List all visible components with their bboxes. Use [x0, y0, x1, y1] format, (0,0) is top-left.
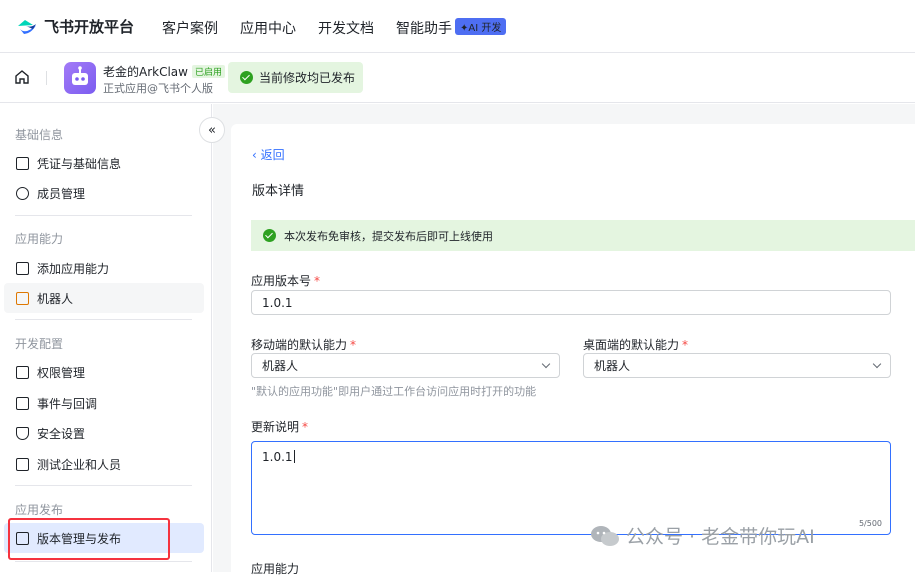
required-mark: * [350, 338, 357, 352]
version-number-label: 应用版本号 * [251, 272, 320, 289]
sidebar-item-label: 凭证与基础信息 [37, 156, 122, 171]
version-number-label-text: 应用版本号 [251, 274, 312, 288]
release-notes-textarea[interactable]: 1.0.1 5/500 [251, 441, 891, 535]
release-notice-text: 本次发布免审核，提交发布后即可上线使用 [284, 229, 493, 243]
desktop-default-label: 桌面端的默认能力 * [583, 336, 688, 353]
nav-ai-assistant[interactable]: 智能助手 ✦AI 开发 [396, 18, 507, 38]
sidebar-section-app-abilities: 应用能力 [15, 232, 64, 246]
publish-status-chip: 当前修改均已发布 [228, 62, 363, 93]
app-avatar [64, 62, 96, 94]
chevron-down-icon [872, 359, 882, 369]
app-type-label: 正式应用@飞书个人版 [103, 82, 213, 95]
sidebar-item-members[interactable]: 成员管理 [4, 178, 204, 208]
sidebar-item-permissions[interactable]: 权限管理 [4, 357, 204, 387]
sidebar-section-dev-config: 开发配置 [15, 337, 64, 351]
mobile-default-label: 移动端的默认能力 * [251, 336, 356, 353]
header-separator [46, 71, 47, 85]
required-mark: * [314, 274, 321, 288]
nav-ai-assistant-label: 智能助手 [396, 21, 452, 37]
app-name: 老金的ArkClaw 已启用 [103, 63, 225, 80]
chevron-down-icon [541, 359, 551, 369]
robot-icon [72, 66, 88, 85]
id-card-icon [16, 156, 29, 170]
sidebar-item-label: 安全设置 [37, 426, 86, 441]
default-ability-hint: "默认的应用功能"即用户通过工作台访问应用时打开的功能 [251, 385, 537, 398]
desktop-default-value: 机器人 [594, 359, 631, 373]
watermark: 公众号 · 老金带你玩AI [590, 522, 815, 549]
desktop-default-label-text: 桌面端的默认能力 [583, 338, 680, 352]
check-circle-icon [263, 229, 276, 242]
sidebar-item-label: 机器人 [37, 291, 74, 306]
sidebar-item-test-users[interactable]: 测试企业和人员 [4, 449, 204, 479]
user-icon [16, 186, 29, 200]
release-notes-value: 1.0.1 [262, 450, 293, 464]
required-mark: * [302, 420, 309, 434]
mobile-default-value: 机器人 [262, 359, 299, 373]
event-plus-icon [16, 396, 29, 410]
sidebar-item-security[interactable]: 安全设置 [4, 418, 204, 448]
desktop-default-select[interactable]: 机器人 [583, 353, 891, 378]
home-icon[interactable] [14, 69, 30, 85]
sidebar-item-label: 添加应用能力 [37, 261, 110, 276]
sidebar-divider [15, 215, 192, 216]
brand-name: 飞书开放平台 [44, 18, 135, 36]
app-header-bar: 老金的ArkClaw 已启用 正式应用@飞书个人版 当前修改均已发布 [0, 53, 915, 103]
text-caret [293, 450, 295, 463]
check-circle-icon [240, 71, 253, 84]
publish-status-text: 当前修改均已发布 [259, 71, 356, 85]
sidebar-item-add-ability[interactable]: 添加应用能力 [4, 253, 204, 283]
sidebar-divider [15, 319, 192, 320]
sidebar-section-basic-info: 基础信息 [15, 128, 64, 142]
lock-icon [16, 365, 29, 379]
required-mark: * [682, 338, 689, 352]
watermark-text: 公众号 · 老金带你玩AI [626, 526, 815, 548]
nav-dev-docs[interactable]: 开发文档 [318, 18, 374, 38]
ai-dev-badge: ✦AI 开发 [455, 18, 507, 35]
sidebar-item-events[interactable]: 事件与回调 [4, 388, 204, 418]
highlight-annotation-box [8, 518, 170, 560]
sidebar-item-label: 测试企业和人员 [37, 457, 122, 472]
feishu-open-platform-logo[interactable]: 飞书开放平台 [16, 16, 134, 37]
sidebar-item-label: 成员管理 [37, 186, 86, 201]
page-title: 版本详情 [252, 184, 305, 199]
back-link-label: 返回 [260, 148, 285, 162]
code-icon [16, 457, 29, 471]
grid-plus-icon [16, 261, 29, 275]
sidebar-item-credentials[interactable]: 凭证与基础信息 [4, 148, 204, 178]
enabled-badge: 已启用 [191, 65, 225, 78]
release-notes-label: 更新说明 * [251, 418, 308, 435]
sidebar-item-bot[interactable]: 机器人 [4, 283, 204, 313]
app-abilities-section-label: 应用能力 [251, 562, 300, 576]
app-name-text: 老金的ArkClaw [103, 65, 188, 79]
main-nav: 客户案例 应用中心 开发文档 智能助手 ✦AI 开发 [162, 18, 507, 38]
nav-app-center[interactable]: 应用中心 [240, 18, 296, 38]
sidebar-divider [15, 485, 192, 486]
collapse-sidebar-button[interactable]: « [199, 117, 225, 143]
mobile-default-label-text: 移动端的默认能力 [251, 338, 348, 352]
mobile-default-select[interactable]: 机器人 [251, 353, 560, 378]
back-link[interactable]: ‹ 返回 [252, 146, 285, 163]
chevron-left-icon: ‹ [252, 148, 261, 162]
shield-icon [16, 426, 29, 440]
top-navigation-bar: 飞书开放平台 客户案例 应用中心 开发文档 智能助手 ✦AI 开发 [0, 0, 915, 53]
release-notice-banner: 本次发布免审核，提交发布后即可上线使用 [251, 220, 915, 251]
release-notes-label-text: 更新说明 [251, 420, 300, 434]
wechat-icon [591, 525, 619, 546]
sidebar-item-label: 权限管理 [37, 365, 86, 380]
sidebar-divider [15, 561, 192, 562]
feishu-logo-icon [18, 19, 36, 34]
sidebar-item-label: 事件与回调 [37, 396, 98, 411]
nav-customer-cases[interactable]: 客户案例 [162, 18, 218, 38]
char-counter: 5/500 [858, 519, 882, 528]
bot-icon [16, 291, 29, 305]
version-number-input[interactable]: 1.0.1 [251, 290, 891, 315]
sidebar-section-release: 应用发布 [15, 503, 64, 517]
